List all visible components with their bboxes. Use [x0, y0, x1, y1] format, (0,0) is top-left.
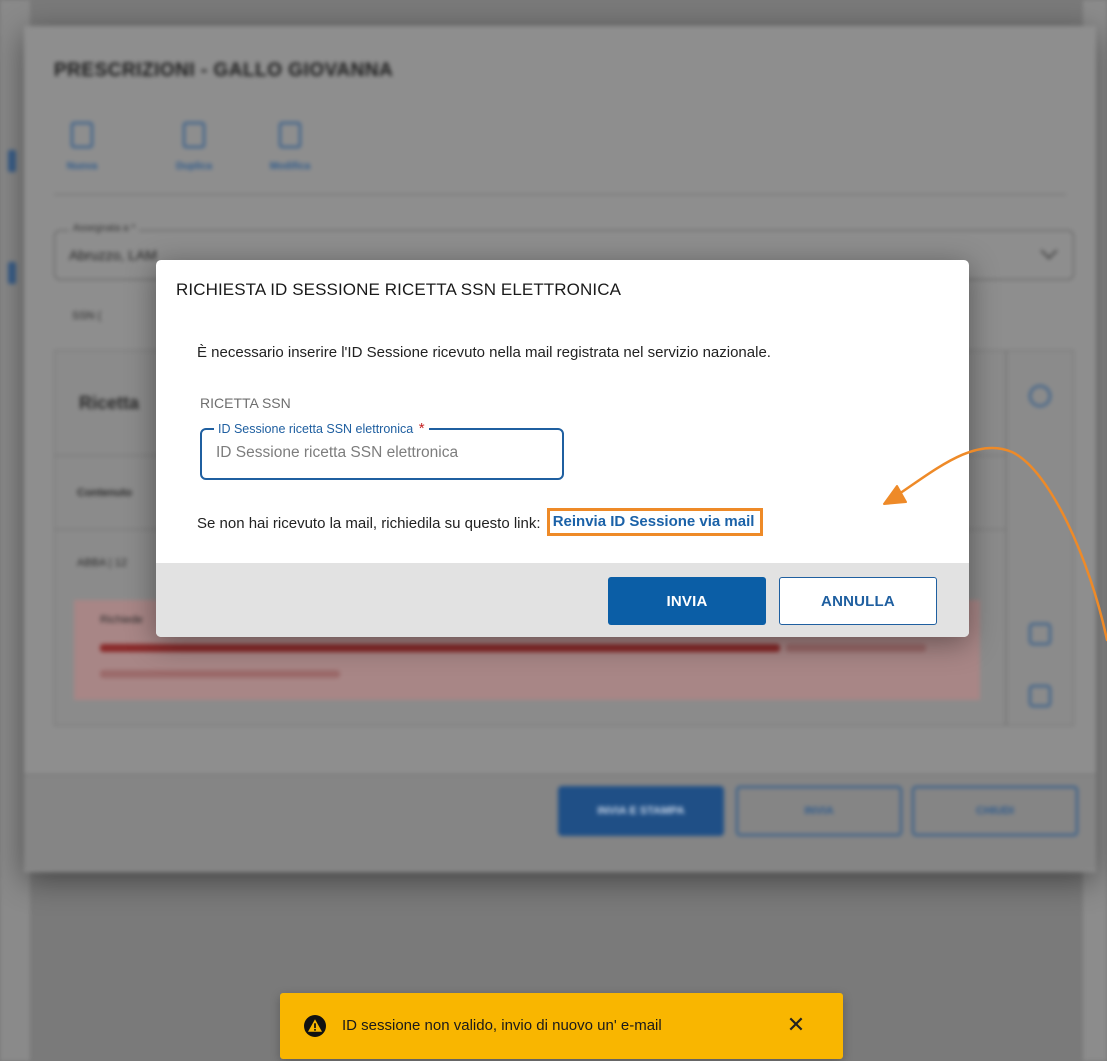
background-panel-side [1006, 350, 1074, 726]
background-section-toggle: SSN ( [72, 310, 102, 322]
document-icon [183, 122, 205, 148]
background-alert-line [100, 644, 780, 652]
warning-icon [304, 1015, 326, 1037]
edit-document-icon [279, 122, 301, 148]
dialog-title: RICHIESTA ID SESSIONE RICETTA SSN ELETTR… [176, 280, 622, 299]
background-tool-new: Nuova [52, 122, 112, 174]
field-label-text: ID Sessione ricetta SSN elettronica [218, 422, 414, 436]
background-divider [54, 194, 1066, 195]
chevron-down-icon [1040, 242, 1058, 260]
cart-icon [1029, 623, 1051, 645]
resend-row: Se non hai ricevuto la mail, richiedila … [197, 508, 764, 538]
background-nav-marker [8, 150, 16, 172]
background-nav-marker [8, 262, 16, 284]
background-send-print-button: INVIA E STAMPA [558, 786, 724, 836]
background-tool-duplicate: Duplica [164, 122, 224, 174]
section-label: RICETTA SSN [200, 395, 291, 411]
session-id-field[interactable]: ID Sessione ricetta SSN elettronica * [200, 420, 564, 480]
resend-session-id-link[interactable]: Reinvia ID Sessione via mail [546, 508, 764, 536]
required-mark: * [418, 420, 425, 437]
background-select-label: Assegnata a * [69, 223, 140, 234]
background-tool-label: Nuova [66, 161, 98, 172]
toast-message: ID sessione non valido, invio di nuovo u… [342, 1017, 662, 1034]
session-id-input[interactable] [216, 441, 546, 465]
session-id-dialog: RICHIESTA ID SESSIONE RICETTA SSN ELETTR… [156, 260, 969, 637]
background-alert-line [100, 670, 340, 678]
background-send-button: INVIA [736, 786, 902, 836]
background-select-value: Abruzzo, LAM [69, 247, 157, 263]
trash-icon [1029, 685, 1051, 707]
cancel-button[interactable]: ANNULLA [779, 577, 937, 625]
dialog-footer: INVIA ANNULLA [156, 563, 969, 637]
resend-prompt: Se non hai ricevuto la mail, richiedila … [197, 515, 541, 532]
background-panel-column: Contenuto [77, 487, 132, 499]
background-panel-heading: Ricetta [79, 393, 140, 413]
submit-button[interactable]: INVIA [608, 577, 766, 625]
close-icon[interactable]: ✕ [785, 1015, 807, 1037]
background-tool-label: Modifica [269, 161, 311, 172]
refresh-icon [1029, 385, 1051, 407]
background-tool-label: Duplica [175, 161, 213, 172]
background-panel-row: ABBA | 12 [77, 557, 127, 569]
background-alert-line [786, 644, 926, 652]
error-toast: ID sessione non valido, invio di nuovo u… [280, 993, 843, 1059]
dialog-description: È necessario inserire l'ID Sessione rice… [197, 344, 771, 361]
background-dialog-title: PRESCRIZIONI - GALLO GIOVANNA [54, 60, 394, 81]
background-tool-edit: Modifica [260, 122, 320, 174]
session-id-field-label: ID Sessione ricetta SSN elettronica * [214, 420, 429, 437]
background-alert-text: Richiede [100, 614, 143, 626]
pencil-icon [71, 122, 93, 148]
background-close-button: CHIUDI [912, 786, 1078, 836]
